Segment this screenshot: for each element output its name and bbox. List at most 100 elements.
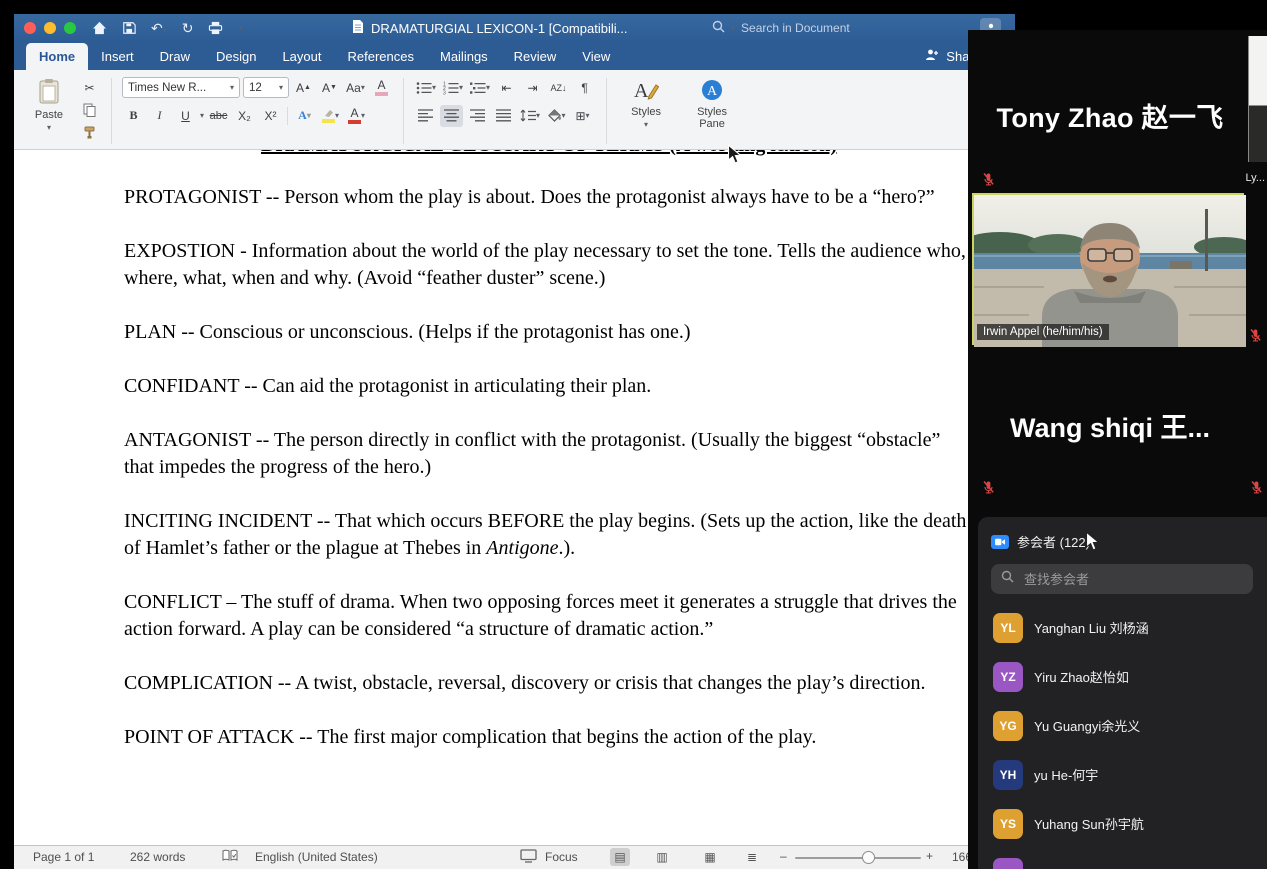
muted-mic-icon	[982, 172, 995, 192]
italic-button[interactable]: I	[148, 105, 171, 127]
undo-icon[interactable]: ↶▾	[151, 20, 167, 37]
focus-icon[interactable]	[520, 849, 537, 866]
print-icon[interactable]	[208, 21, 223, 35]
doc-paragraph: PROTAGONIST -- Person whom the play is a…	[124, 186, 935, 208]
zoom-out-button[interactable]: –	[780, 849, 787, 863]
zoom-slider-track[interactable]	[795, 857, 921, 859]
search-label: Search in Document	[741, 21, 850, 35]
font-color-button[interactable]: A ▾	[345, 105, 368, 127]
shading-bucket-button[interactable]: ▾	[545, 105, 568, 127]
web-layout-view-button[interactable]: ▦	[700, 848, 720, 866]
document-title: DRAMATURGIAL LEXICON-1 [Compatibili...	[371, 20, 628, 36]
close-window-button[interactable]	[24, 22, 36, 34]
tab-draw[interactable]: Draw	[147, 43, 203, 70]
bold-button[interactable]: B	[122, 105, 145, 127]
underline-button[interactable]: U	[174, 105, 197, 127]
highlight-button[interactable]: ▾	[319, 105, 342, 127]
screen: ↶▾ ↻ ▾ DRAMATURGIAL LEXICON-1 [Compatibi…	[0, 0, 1267, 869]
font-size-combo[interactable]: 12 ▾	[243, 77, 289, 98]
corner-participant-name: Ly...	[1245, 172, 1265, 184]
participant-name: Yiru Zhao赵怡如	[1034, 670, 1129, 685]
participant-row[interactable]: YL Yanghan Liu 刘杨涵	[978, 603, 1267, 652]
align-center-button[interactable]	[440, 104, 463, 127]
strikethrough-button[interactable]: abc	[207, 105, 230, 127]
participant-avatar: YS	[993, 808, 1023, 839]
window-controls	[24, 22, 76, 34]
paste-button[interactable]: Paste ▾	[26, 75, 72, 147]
styles-pane-button[interactable]: A Styles Pane	[683, 75, 741, 147]
justify-button[interactable]	[492, 105, 515, 127]
save-icon[interactable]	[122, 21, 136, 35]
doc-paragraph: CONFIDANT -- Can aid the protagonist in …	[124, 375, 652, 397]
language-status[interactable]: English (United States)	[255, 850, 378, 864]
paste-caret[interactable]: ▾	[47, 123, 51, 132]
focus-label[interactable]: Focus	[545, 850, 578, 864]
sort-button[interactable]: AZ↓	[547, 77, 570, 99]
increase-indent-button[interactable]: ⇥	[521, 77, 544, 99]
active-speaker-video[interactable]: Irwin Appel (he/him/his)	[972, 193, 1246, 347]
participant-row[interactable]	[978, 848, 1267, 869]
home-icon[interactable]	[92, 21, 107, 35]
read-mode-view-button[interactable]: ▥	[652, 848, 672, 866]
participant-row[interactable]: YH yu He-何宇	[978, 750, 1267, 799]
search-in-document[interactable]: ▾ Search in Document	[712, 14, 850, 42]
font-name-combo[interactable]: Times New R... ▾	[122, 77, 240, 98]
format-painter-icon[interactable]	[78, 123, 101, 141]
numbering-button[interactable]: 1 2 3 ▾	[441, 77, 465, 99]
clear-formatting-button[interactable]: A	[370, 77, 393, 99]
document-body: DRAMATURGICAL GLOSSARY OF TERMS (A worki…	[14, 150, 974, 751]
cut-button[interactable]: ✂	[78, 79, 101, 97]
tab-view[interactable]: View	[569, 43, 623, 70]
multilevel-list-button[interactable]: ▾	[468, 77, 492, 99]
participants-panel: 参会者 (122) YL Yanghan Liu 刘杨涵 YZ Yiru Zhao赵怡…	[978, 517, 1267, 869]
ribbon-tabs: Home Insert Draw Design Layout References Mail…	[26, 43, 623, 70]
tab-design[interactable]: Design	[203, 43, 269, 70]
tab-home[interactable]: Home	[26, 43, 89, 70]
text-effects-button[interactable]: A ▾	[293, 105, 316, 127]
minimize-window-button[interactable]	[44, 22, 56, 34]
styles-caret[interactable]: ▾	[644, 119, 648, 131]
redo-icon[interactable]: ↻	[182, 20, 194, 37]
bullets-button[interactable]: ▾	[414, 77, 438, 99]
tab-insert[interactable]: Insert	[88, 43, 147, 70]
subscript-button[interactable]: X₂	[233, 105, 256, 127]
copy-button[interactable]	[78, 101, 101, 119]
grow-font-button[interactable]: A ▲	[292, 77, 315, 99]
align-right-button[interactable]	[466, 105, 489, 127]
tab-review[interactable]: Review	[501, 43, 570, 70]
tab-references[interactable]: References	[335, 43, 427, 70]
superscript-button[interactable]: X²	[259, 105, 282, 127]
pilcrow-button[interactable]: ¶	[573, 77, 596, 99]
zoom-in-button[interactable]: +	[926, 849, 933, 863]
participant-row[interactable]: YG Yu Guangyi余光义	[978, 701, 1267, 750]
align-left-button[interactable]	[414, 105, 437, 127]
outline-view-button[interactable]: ≣	[742, 848, 762, 866]
word-count[interactable]: 262 words	[130, 850, 185, 864]
magnifier-icon	[1001, 570, 1014, 588]
ribbon-tab-row: Home Insert Draw Design Layout References Mail…	[14, 42, 1015, 70]
styles-button[interactable]: A Styles ▾	[617, 75, 675, 147]
change-case-button[interactable]: Aa ▾	[344, 77, 367, 99]
participant-search[interactable]	[991, 564, 1253, 594]
participant-row[interactable]: YZ Yiru Zhao赵怡如	[978, 652, 1267, 701]
participants-header: 参会者 (122)	[978, 517, 1267, 551]
underline-caret[interactable]: ▾	[200, 111, 204, 120]
tab-layout[interactable]: Layout	[269, 43, 334, 70]
zoom-slider-thumb[interactable]	[862, 851, 875, 864]
decrease-indent-button[interactable]: ⇤	[495, 77, 518, 99]
shrink-font-button[interactable]: A ▼	[318, 77, 341, 99]
toolbar-overflow-caret[interactable]: ▾	[238, 24, 242, 33]
search-scope-caret[interactable]: ▾	[731, 24, 735, 33]
tab-mailings[interactable]: Mailings	[427, 43, 501, 70]
document-page[interactable]: DRAMATURGICAL GLOSSARY OF TERMS (A worki…	[14, 150, 1015, 845]
print-layout-view-button[interactable]: ▤	[610, 848, 630, 866]
spellcheck-icon[interactable]	[222, 849, 238, 866]
zoom-window-button[interactable]	[64, 22, 76, 34]
muted-mic-icon	[982, 480, 995, 500]
borders-button[interactable]: ⊞ ▾	[571, 105, 594, 127]
font-size-value: 12	[249, 81, 262, 94]
page-count[interactable]: Page 1 of 1	[33, 850, 94, 864]
line-spacing-button[interactable]: ▾	[518, 105, 542, 127]
participant-search-input[interactable]	[1022, 570, 1243, 588]
participant-row[interactable]: YS Yuhang Sun孙宇航	[978, 799, 1267, 848]
